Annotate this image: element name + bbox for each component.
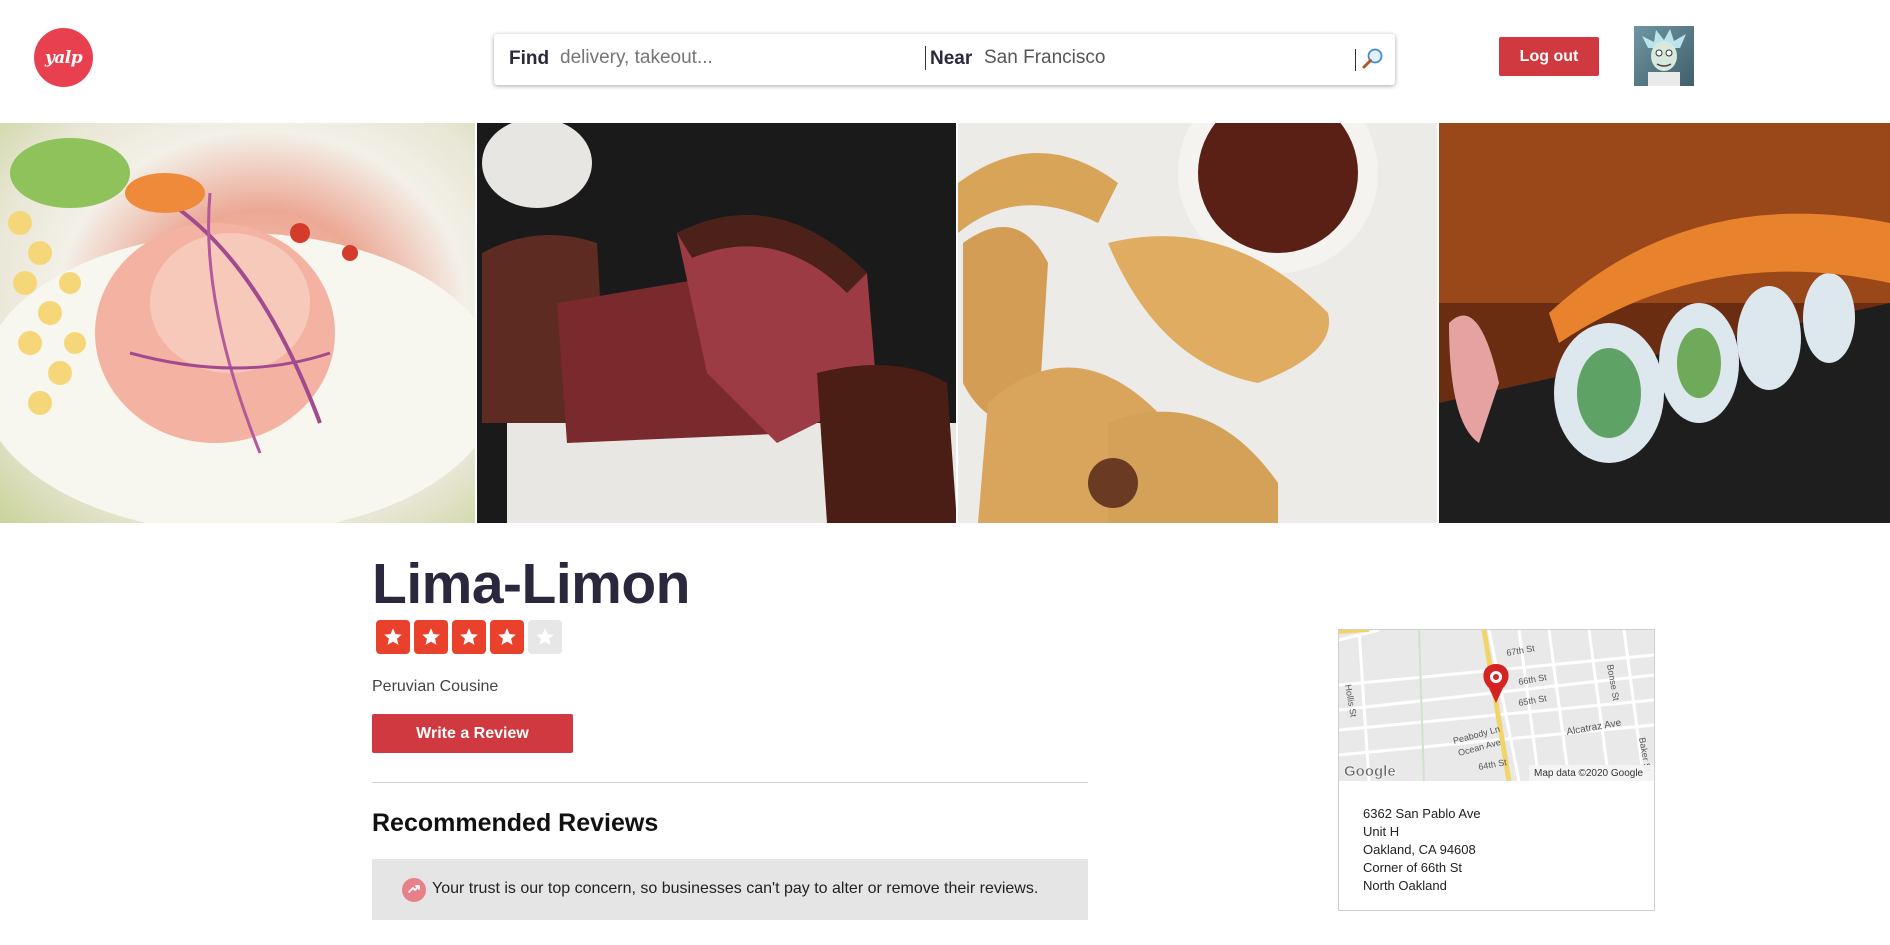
user-avatar-image [1634,26,1694,86]
search-divider [925,46,926,70]
steak-illustration [476,123,956,523]
sushi-photo[interactable] [1439,123,1890,523]
address-line: Corner of 66th St [1363,860,1462,875]
empanadas-photo[interactable] [957,123,1438,523]
search-divider-2 [1355,49,1356,71]
recommended-reviews-heading: Recommended Reviews [372,809,659,837]
yalp-logo[interactable]: yalp [34,28,93,87]
top-header: yalp Find Near Log out [0,0,1890,122]
section-divider [372,782,1088,783]
empanadas-illustration [957,123,1438,523]
star-icon [414,620,448,654]
location-card: 67th St 66th St 65th St Hollis St Bonse … [1338,629,1655,911]
business-category[interactable]: Peruvian Cousine [372,678,498,696]
star-icon [528,620,562,654]
logout-button[interactable]: Log out [1499,37,1599,76]
near-input[interactable] [984,47,1334,69]
address-line: 6362 San Pablo Ave [1363,806,1481,821]
address-line: Unit H [1363,824,1400,839]
map[interactable]: 67th St 66th St 65th St Hollis St Bonse … [1339,630,1654,781]
search-button[interactable] [1360,46,1386,72]
ceviche-illustration [0,138,475,523]
star-rating [376,620,562,654]
business-address: 6362 San Pablo Ave Unit H Oakland, CA 94… [1363,805,1481,895]
find-input[interactable] [560,47,910,69]
address-line: North Oakland [1363,878,1447,893]
logo-text: yalp [44,47,83,68]
photo-strip [0,123,1890,523]
map-attribution: Map data ©2020 Google [1534,768,1644,779]
star-icon [376,620,410,654]
sushi-illustration [1439,123,1890,523]
steak-photo[interactable] [476,123,956,523]
map-illustration: 67th St 66th St 65th St Hollis St Bonse … [1339,630,1654,781]
business-name: Lima-Limon [372,552,691,616]
trust-icon [402,878,426,902]
trust-notice-text: Your trust is our top concern, so busine… [432,880,1039,897]
ceviche-photo[interactable] [0,123,475,523]
search-icon [1362,48,1383,69]
trust-notice: Your trust is our top concern, so busine… [372,859,1088,920]
near-label: Near [930,48,973,69]
star-icon [452,620,486,654]
write-review-button[interactable]: Write a Review [372,714,573,753]
search-bar: Find Near [494,34,1395,85]
address-line: Oakland, CA 94608 [1363,842,1476,857]
star-icon [490,620,524,654]
map-google-logo: Google [1344,763,1396,780]
find-label: Find [509,48,550,69]
avatar[interactable] [1634,26,1694,86]
